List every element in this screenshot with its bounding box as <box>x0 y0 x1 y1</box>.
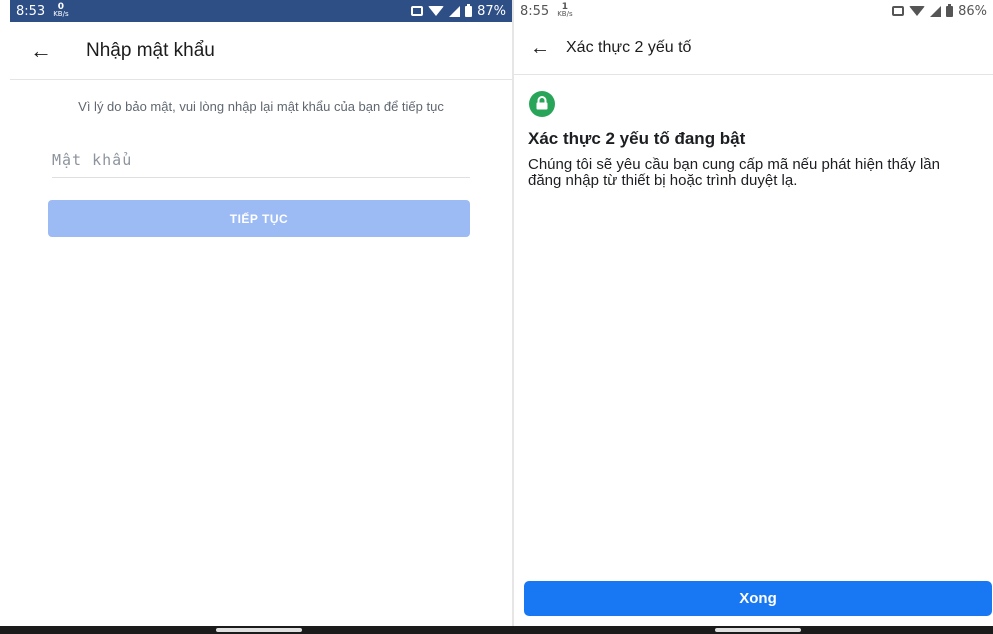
password-screen: 8:53 0 KB/s 87% ← Nhập mật khẩu Vì lý do … <box>10 0 512 634</box>
security-notice: Vì lý do bảo mật, vui lòng nhập lại mật … <box>78 99 444 114</box>
status-description: Chúng tôi sẽ yêu cầu bạn cung cấp mã nếu… <box>528 156 940 189</box>
home-handle[interactable] <box>715 628 801 632</box>
page-title: Nhập mật khẩu <box>86 39 215 61</box>
app-bar: ← Xác thực 2 yếu tố <box>514 22 993 75</box>
system-nav-bar <box>0 626 993 634</box>
vibrate-icon <box>892 6 905 16</box>
signal-icon <box>449 5 461 17</box>
continue-button[interactable]: TIẾP TỤC <box>48 200 470 237</box>
status-bar: 8:55 1 KB/s 86% <box>514 0 993 22</box>
wifi-icon <box>909 6 926 16</box>
signal-icon <box>930 5 942 17</box>
status-headline: Xác thực 2 yếu tố đang bật <box>528 129 746 148</box>
vibrate-icon <box>411 6 424 16</box>
done-button[interactable]: Xong <box>524 581 992 616</box>
page-title: Xác thực 2 yếu tố <box>566 39 692 56</box>
lock-icon <box>529 91 555 117</box>
back-arrow-icon[interactable]: ← <box>30 38 72 64</box>
status-time: 8:55 <box>520 3 550 19</box>
password-field <box>52 146 470 178</box>
two-factor-screen: 8:55 1 KB/s 86% ← Xác thực 2 yếu tố Xác t… <box>514 0 993 634</box>
wifi-icon <box>428 6 445 16</box>
battery-icon <box>946 3 954 17</box>
screenshot-stage: 8:53 0 KB/s 87% ← Nhập mật khẩu Vì lý do … <box>0 0 993 634</box>
app-bar: ← Nhập mật khẩu <box>10 22 512 80</box>
home-handle[interactable] <box>216 628 302 632</box>
back-arrow-icon[interactable]: ← <box>530 37 566 60</box>
network-speed: 1 KB/s <box>557 2 573 18</box>
status-time: 8:53 <box>16 3 46 19</box>
battery-percent: 86% <box>958 3 987 19</box>
network-speed: 0 KB/s <box>53 2 69 18</box>
status-bar: 8:53 0 KB/s 87% <box>10 0 512 22</box>
battery-percent: 87% <box>477 3 506 19</box>
password-input[interactable] <box>52 146 470 174</box>
battery-icon <box>465 3 473 17</box>
